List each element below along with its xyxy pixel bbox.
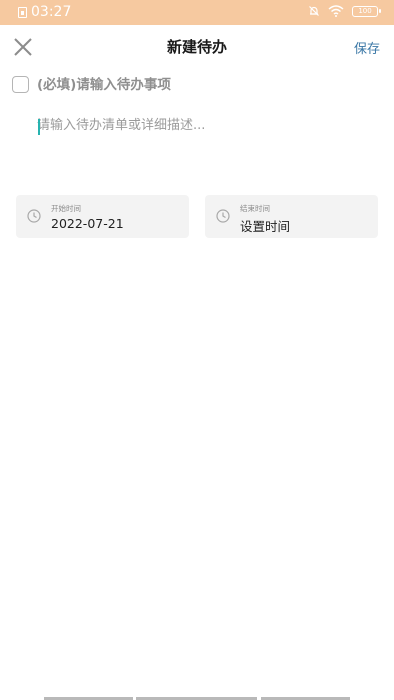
status-left: 03:27 (18, 4, 71, 20)
page-title: 新建待办 (166, 38, 227, 56)
save-button[interactable]: 保存 (354, 38, 380, 57)
battery-icon: 100 (352, 5, 381, 17)
todo-title-input[interactable] (37, 76, 337, 93)
end-time-value: 设置时间 (240, 219, 291, 234)
clock-icon (216, 209, 230, 223)
start-time-card[interactable]: 开始时间 2022-07-21 (16, 195, 189, 238)
text-cursor (38, 119, 40, 135)
end-time-card[interactable]: 结束时间 设置时间 (205, 195, 378, 238)
sim-card-icon (18, 6, 27, 18)
status-time: 03:27 (31, 4, 72, 20)
start-time-caption: 开始时间 (51, 204, 81, 213)
description-input[interactable] (37, 117, 367, 177)
nav-bar: 新建待办 保存 (0, 25, 394, 69)
clock-icon (27, 209, 41, 223)
todo-checkbox[interactable] (12, 76, 29, 93)
start-time-value: 2022-07-21 (51, 216, 124, 231)
end-time-caption: 结束时间 (240, 204, 270, 213)
wifi-icon (328, 5, 344, 17)
status-bar: 03:27 100 (0, 0, 394, 25)
todo-title-row (12, 76, 337, 93)
description-area (37, 117, 367, 177)
status-right: 100 (308, 5, 381, 17)
notification-off-icon (309, 6, 319, 16)
